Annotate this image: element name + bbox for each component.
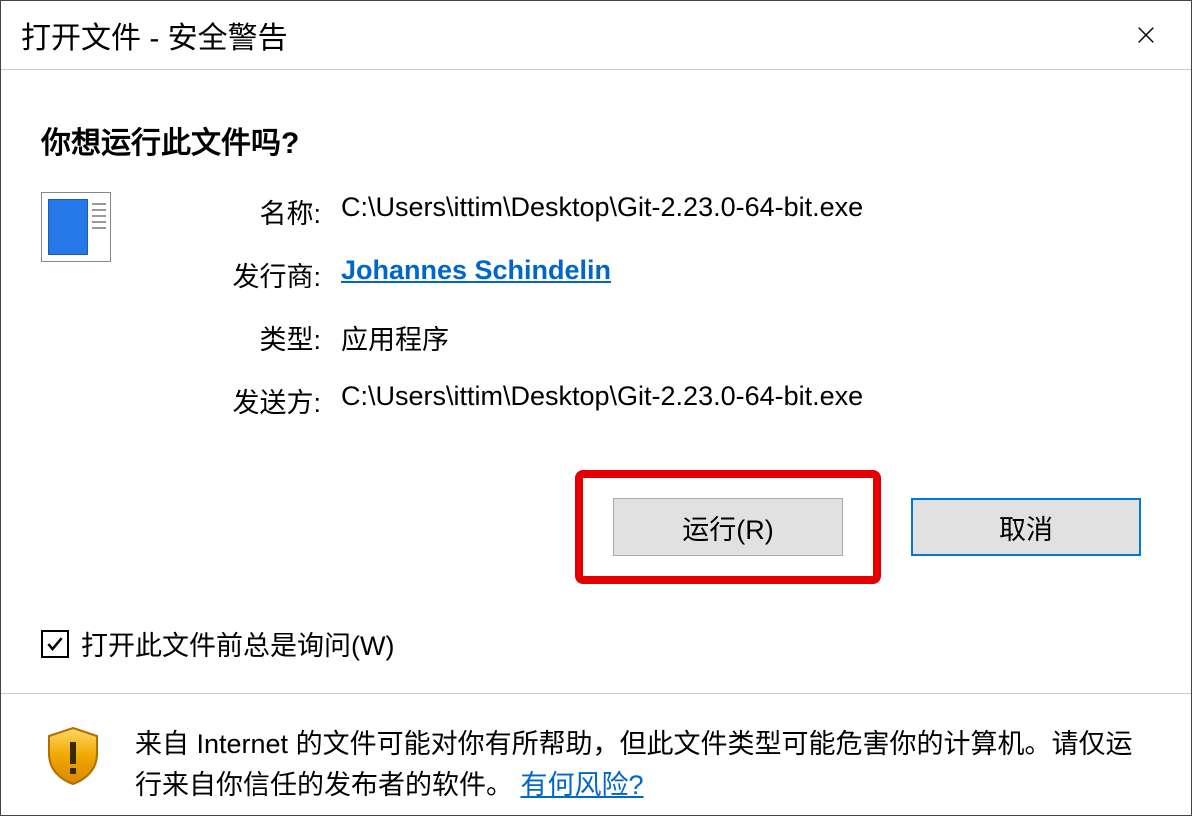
publisher-label: 发行商: xyxy=(161,255,321,294)
question-heading: 你想运行此文件吗? xyxy=(1,70,1191,192)
security-warning-dialog: 打开文件 - 安全警告 你想运行此文件吗? 名称: C:\Users\ittim xyxy=(0,0,1192,816)
run-button[interactable]: 运行(R) xyxy=(613,498,843,556)
buttons-row: 运行(R) 取消 xyxy=(1,420,1191,604)
footer-text: 来自 Internet 的文件可能对你有所帮助，但此文件类型可能危害你的计算机。… xyxy=(135,724,1151,805)
from-label: 发送方: xyxy=(161,381,321,420)
dialog-content: 你想运行此文件吗? 名称: C:\Users\ittim\Desktop\Git… xyxy=(1,70,1191,825)
window-title: 打开文件 - 安全警告 xyxy=(21,13,288,57)
type-label: 类型: xyxy=(161,318,321,357)
name-label: 名称: xyxy=(161,192,321,231)
cancel-button[interactable]: 取消 xyxy=(911,498,1141,556)
always-ask-row: 打开此文件前总是询问(W) xyxy=(1,604,1191,693)
file-info-section: 名称: C:\Users\ittim\Desktop\Git-2.23.0-64… xyxy=(1,192,1191,420)
checkmark-icon xyxy=(45,634,65,654)
always-ask-label: 打开此文件前总是询问(W) xyxy=(81,624,394,663)
publisher-link[interactable]: Johannes Schindelin xyxy=(341,255,863,294)
file-icon xyxy=(41,192,121,272)
highlight-annotation: 运行(R) xyxy=(575,470,881,584)
shield-icon xyxy=(41,724,105,788)
name-value: C:\Users\ittim\Desktop\Git-2.23.0-64-bit… xyxy=(341,192,863,231)
titlebar: 打开文件 - 安全警告 xyxy=(1,1,1191,70)
close-button[interactable] xyxy=(1121,15,1171,55)
info-grid: 名称: C:\Users\ittim\Desktop\Git-2.23.0-64… xyxy=(161,192,863,420)
from-value: C:\Users\ittim\Desktop\Git-2.23.0-64-bit… xyxy=(341,381,863,420)
always-ask-checkbox[interactable] xyxy=(41,630,69,658)
footer-warning: 来自 Internet 的文件可能对你有所帮助，但此文件类型可能危害你的计算机。… xyxy=(1,693,1191,825)
type-value: 应用程序 xyxy=(341,318,863,357)
risk-link[interactable]: 有何风险? xyxy=(521,770,644,800)
close-icon xyxy=(1135,24,1157,46)
